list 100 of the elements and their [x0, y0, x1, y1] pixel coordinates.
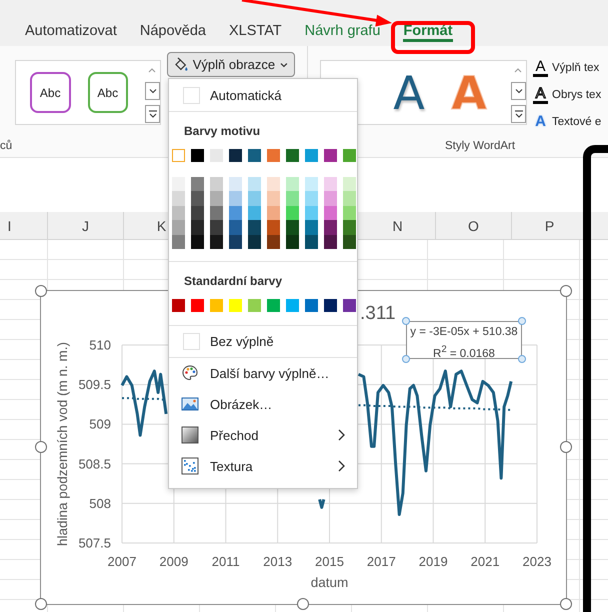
color-swatch[interactable]	[172, 220, 185, 235]
shape-style[interactable]: Abc	[88, 72, 128, 113]
more-button[interactable]	[511, 105, 526, 123]
color-swatch[interactable]	[305, 149, 318, 162]
resize-handle[interactable]	[35, 285, 47, 297]
resize-handle[interactable]	[297, 598, 309, 610]
color-swatch[interactable]	[248, 206, 261, 220]
color-swatch[interactable]	[229, 191, 242, 206]
ribbon-command[interactable]: A Textové e	[533, 108, 608, 135]
color-swatch[interactable]	[305, 206, 318, 220]
color-swatch[interactable]	[267, 149, 280, 162]
menu-item[interactable]: Automatická	[169, 80, 357, 112]
resize-handle[interactable]	[518, 355, 526, 363]
color-swatch[interactable]	[305, 177, 318, 192]
color-swatch[interactable]	[286, 298, 299, 312]
color-swatch[interactable]	[248, 149, 261, 162]
color-swatch[interactable]	[324, 206, 337, 220]
color-swatch[interactable]	[229, 234, 242, 249]
color-swatch[interactable]	[191, 191, 204, 206]
resize-handle[interactable]	[560, 598, 572, 610]
resize-handle[interactable]	[518, 317, 526, 325]
color-swatch[interactable]	[267, 206, 280, 220]
column-header[interactable]: J	[48, 212, 124, 239]
color-swatch[interactable]	[210, 220, 223, 235]
menu-item[interactable]: Textura	[169, 450, 357, 482]
color-swatch[interactable]	[229, 149, 242, 162]
color-swatch[interactable]	[248, 191, 261, 206]
color-swatch[interactable]	[172, 149, 185, 162]
color-swatch[interactable]	[324, 234, 337, 249]
color-swatch[interactable]	[248, 298, 261, 312]
color-swatch[interactable]	[210, 177, 223, 192]
menu-item[interactable]: Bez výplně	[169, 326, 357, 358]
color-swatch[interactable]	[267, 234, 280, 249]
color-swatch[interactable]	[286, 191, 299, 206]
color-swatch[interactable]	[172, 177, 185, 192]
ribbon-tab[interactable]: Automatizovat	[25, 16, 117, 46]
color-swatch[interactable]	[324, 177, 337, 192]
color-swatch[interactable]	[191, 298, 204, 312]
color-swatch[interactable]	[343, 234, 356, 249]
ribbon-tab[interactable]: XLSTAT	[229, 16, 282, 46]
color-swatch[interactable]	[210, 191, 223, 206]
color-swatch[interactable]	[343, 191, 356, 206]
color-swatch[interactable]	[172, 191, 185, 206]
resize-handle[interactable]	[560, 441, 572, 453]
more-button[interactable]	[145, 105, 160, 123]
column-header[interactable]: N	[360, 212, 436, 239]
equation-label[interactable]: y = -3E-05x + 510.38 R$^{2}$ = 0.0168	[406, 321, 522, 359]
ribbon-tab[interactable]: Nápověda	[140, 16, 206, 46]
color-swatch[interactable]	[172, 234, 185, 249]
color-swatch[interactable]	[229, 206, 242, 220]
menu-item[interactable]: Obrázek…	[169, 388, 357, 420]
color-swatch[interactable]	[324, 191, 337, 206]
color-swatch[interactable]	[191, 149, 204, 162]
color-swatch[interactable]	[305, 298, 318, 312]
color-swatch[interactable]	[343, 149, 356, 162]
color-swatch[interactable]	[172, 298, 185, 312]
color-swatch[interactable]	[210, 234, 223, 249]
color-swatch[interactable]	[229, 298, 242, 312]
color-swatch[interactable]	[305, 191, 318, 206]
color-swatch[interactable]	[248, 220, 261, 235]
color-swatch[interactable]	[191, 220, 204, 235]
shape-style[interactable]: Abc	[30, 72, 70, 113]
color-swatch[interactable]	[343, 298, 356, 312]
resize-handle[interactable]	[402, 355, 410, 363]
color-swatch[interactable]	[286, 220, 299, 235]
color-swatch[interactable]	[286, 206, 299, 220]
color-swatch[interactable]	[305, 220, 318, 235]
color-swatch[interactable]	[343, 220, 356, 235]
color-swatch[interactable]	[305, 234, 318, 249]
color-swatch[interactable]	[248, 234, 261, 249]
color-swatch[interactable]	[248, 177, 261, 192]
color-swatch[interactable]	[267, 191, 280, 206]
resize-handle[interactable]	[402, 317, 410, 325]
color-swatch[interactable]	[286, 149, 299, 162]
menu-item[interactable]: Další barvy výplně…	[169, 358, 357, 389]
shape-fill-button[interactable]: Výplň obrazce	[167, 52, 295, 77]
color-swatch[interactable]	[172, 206, 185, 220]
color-swatch[interactable]	[191, 234, 204, 249]
column-header[interactable]: I	[0, 212, 48, 239]
ribbon-command[interactable]: A Výplň tex	[533, 54, 608, 81]
color-swatch[interactable]	[324, 220, 337, 235]
color-swatch[interactable]	[191, 177, 204, 192]
color-swatch[interactable]	[324, 149, 337, 162]
color-swatch[interactable]	[210, 298, 223, 312]
color-swatch[interactable]	[324, 298, 337, 312]
color-swatch[interactable]	[267, 220, 280, 235]
scroll-down-button[interactable]	[511, 82, 526, 100]
color-swatch[interactable]	[343, 177, 356, 192]
menu-item[interactable]: Přechod	[169, 420, 357, 451]
color-swatch[interactable]	[267, 177, 280, 192]
column-header[interactable]: P	[512, 212, 588, 239]
ribbon-command[interactable]: A Obrys tex	[533, 81, 608, 108]
wordart-style[interactable]: A	[391, 62, 427, 122]
color-swatch[interactable]	[229, 177, 242, 192]
color-swatch[interactable]	[343, 206, 356, 220]
color-swatch[interactable]	[286, 177, 299, 192]
color-swatch[interactable]	[210, 206, 223, 220]
color-swatch[interactable]	[267, 298, 280, 312]
color-swatch[interactable]	[191, 206, 204, 220]
resize-handle[interactable]	[35, 441, 47, 453]
